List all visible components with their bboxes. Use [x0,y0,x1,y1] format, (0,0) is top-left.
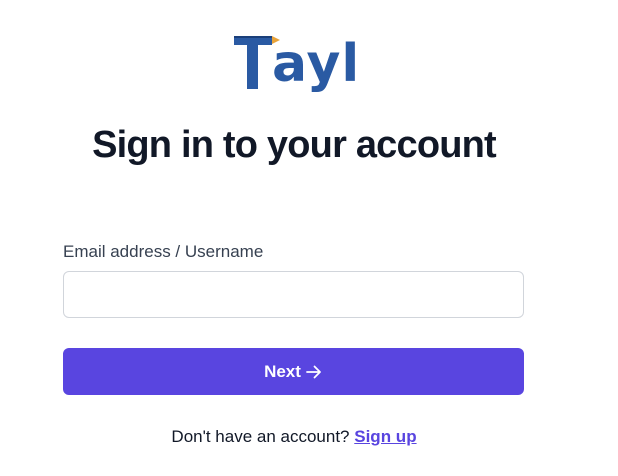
page-title: Sign in to your account [92,124,497,166]
signup-row: Don't have an account? Sign up [0,427,588,447]
pencil-t-icon [234,34,280,90]
sign-in-page: ayl Sign in to your account Email addres… [0,0,618,476]
next-button-label: Next [264,361,301,381]
email-input[interactable] [63,271,524,318]
email-label: Email address / Username [63,242,264,261]
logo-text: ayl [272,34,361,94]
signup-prompt: Don't have an account? [171,427,350,446]
signup-link[interactable]: Sign up [354,427,416,446]
tayl-logo: ayl [234,34,360,94]
arrow-right-icon [306,365,321,378]
next-button[interactable]: Next [63,348,524,395]
